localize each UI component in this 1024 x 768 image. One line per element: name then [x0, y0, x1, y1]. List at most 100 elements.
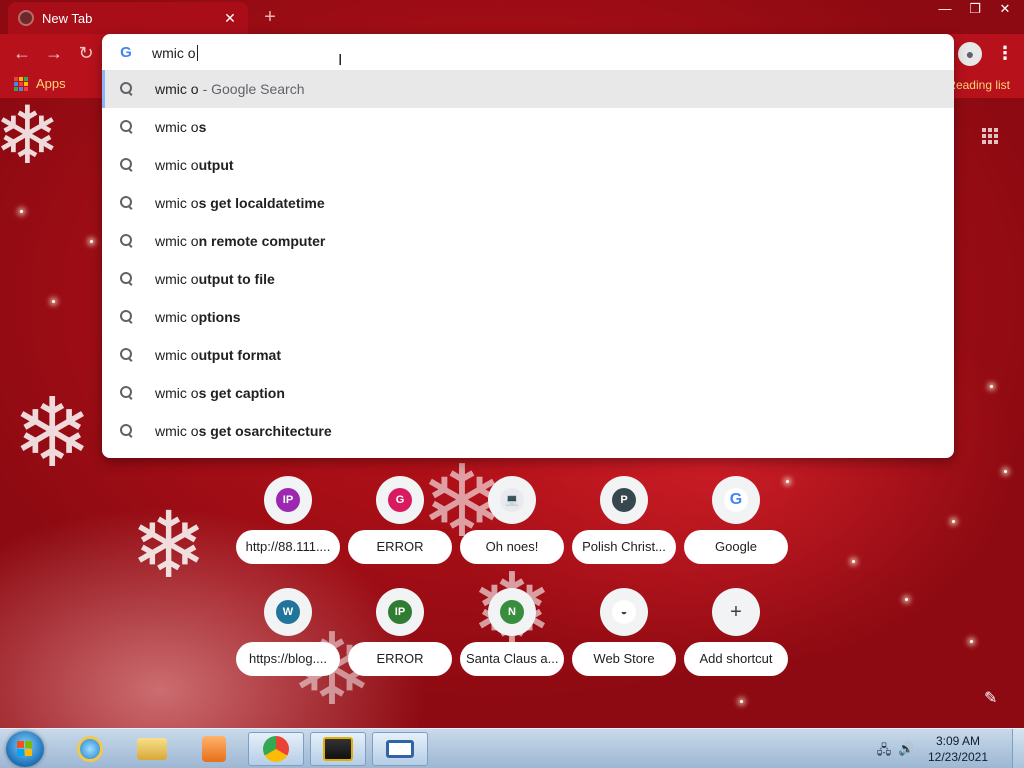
- suggestion-completion-text: s get osarchitecture: [198, 423, 332, 439]
- shortcut-tile[interactable]: N Santa Claus a...: [460, 586, 564, 682]
- shortcut-tile[interactable]: 💻 Oh noes!: [460, 474, 564, 570]
- shortcut-tile[interactable]: P Polish Christ...: [572, 474, 676, 570]
- shortcut-glyph-icon: P: [612, 488, 636, 512]
- suggestion-item[interactable]: wmic o- Google Search: [102, 70, 954, 108]
- shortcut-label: Polish Christ...: [572, 530, 676, 564]
- shortcut-glyph-icon: IP: [388, 600, 412, 624]
- apps-shortcut[interactable]: Apps: [14, 76, 66, 91]
- chrome-icon: [263, 736, 289, 762]
- shortcut-label: Oh noes!: [460, 530, 564, 564]
- shortcut-icon: G: [376, 476, 424, 524]
- taskbar-chrome[interactable]: [248, 732, 304, 766]
- tab-title: New Tab: [42, 10, 93, 26]
- shortcut-tile[interactable]: G Google: [684, 474, 788, 570]
- profile-avatar-icon[interactable]: ●: [958, 42, 982, 66]
- address-input[interactable]: wmic o: [152, 45, 196, 61]
- suggestion-item[interactable]: wmic o utput: [102, 146, 954, 184]
- shortcut-glyph-icon: +: [724, 600, 748, 624]
- windows-taskbar: 🖧 🔊 3:09 AM 12/23/2021: [0, 728, 1024, 768]
- network-icon[interactable]: 🖧: [876, 741, 892, 757]
- browser-menu-icon[interactable]: ⋮: [996, 42, 1014, 66]
- suggestion-list: wmic o- Google Search wmic o s wmic o utput w…: [102, 70, 954, 450]
- reading-list-button[interactable]: Reading list: [947, 78, 1010, 92]
- google-apps-icon[interactable]: [982, 128, 998, 144]
- back-button[interactable]: ←: [10, 42, 34, 66]
- shortcut-label: ERROR: [348, 642, 452, 676]
- show-desktop-button[interactable]: [1012, 729, 1024, 768]
- star-decoration: [852, 560, 855, 563]
- start-button[interactable]: [6, 731, 44, 767]
- volume-icon[interactable]: 🔊: [898, 741, 914, 757]
- tab-new-tab[interactable]: New Tab ✕: [8, 2, 248, 34]
- suggestion-item[interactable]: wmic os get osarchitecture: [102, 412, 954, 450]
- clock-date: 12/23/2021: [927, 750, 989, 764]
- shortcut-icon: P: [600, 476, 648, 524]
- clock-time: 3:09 AM: [935, 734, 981, 748]
- omnibox-dropdown: G wmic o I wmic o- Google Search wmic osw…: [102, 34, 954, 458]
- window-controls: — ❐ ✕: [930, 0, 1020, 20]
- media-player-icon: [202, 736, 226, 762]
- snowflake-decoration: ❄: [130, 492, 208, 599]
- close-tab-icon[interactable]: ✕: [222, 10, 238, 26]
- suggestion-item[interactable]: wmic on remote computer: [102, 222, 954, 260]
- shortcut-glyph-icon: IP: [276, 488, 300, 512]
- suggestion-item[interactable]: wmic os get caption: [102, 374, 954, 412]
- shortcut-icon: G: [712, 476, 760, 524]
- reload-button[interactable]: ↻: [74, 42, 98, 66]
- shortcut-tile[interactable]: Whttps://blog....: [236, 586, 340, 682]
- internet-explorer-icon: [77, 736, 103, 762]
- suggestion-typed-text: wmic o: [155, 423, 199, 439]
- maximize-button[interactable]: ❐: [960, 0, 990, 20]
- shortcut-tile[interactable]: ◒ Web Store: [572, 586, 676, 682]
- shortcut-icon: IP: [264, 476, 312, 524]
- minimize-button[interactable]: —: [930, 0, 960, 20]
- star-decoration: [52, 300, 55, 303]
- shortcut-tile[interactable]: IP http://88.111....: [236, 474, 340, 570]
- taskbar-internet-explorer[interactable]: [62, 732, 118, 766]
- suggestion-typed-text: wmic o: [155, 157, 199, 173]
- ibeam-cursor-icon: I: [338, 52, 343, 69]
- new-tab-button[interactable]: +: [258, 6, 282, 30]
- system-clock[interactable]: 3:09 AM 12/23/2021: [916, 733, 1000, 765]
- suggestion-typed-text: wmic o: [155, 385, 199, 401]
- taskbar-file-explorer[interactable]: [124, 732, 180, 766]
- suggestion-typed-text: wmic o: [155, 271, 199, 287]
- suggestion-item[interactable]: wmic o ptions: [102, 298, 954, 336]
- shortcut-glyph-icon: G: [724, 488, 748, 512]
- shortcut-glyph-icon: 💻: [500, 488, 524, 512]
- suggestion-item[interactable]: wmic o utput format: [102, 336, 954, 374]
- star-decoration: [905, 598, 908, 601]
- shortcut-tile[interactable]: G ERROR: [348, 474, 452, 570]
- star-decoration: [20, 210, 23, 213]
- folder-icon: [137, 738, 167, 760]
- system-tray: 🖧 🔊 3:09 AM 12/23/2021: [874, 729, 1024, 768]
- customize-pencil-icon[interactable]: ✎: [984, 688, 997, 708]
- taskbar-app-window[interactable]: [372, 732, 428, 766]
- taskbar-media-player[interactable]: [186, 732, 242, 766]
- suggestion-item[interactable]: wmic os: [102, 108, 954, 146]
- text-caret: [196, 45, 198, 61]
- shortcut-label: http://88.111....: [236, 530, 340, 564]
- shortcut-tile[interactable]: + Add shortcut: [684, 586, 788, 682]
- shortcut-icon: W: [264, 588, 312, 636]
- star-decoration: [740, 700, 743, 703]
- snowflake-decoration: ❄: [12, 377, 93, 489]
- shortcut-icon: +: [712, 588, 760, 636]
- shortcut-icon: N: [488, 588, 536, 636]
- suggestion-completion-text: utput format: [198, 347, 281, 363]
- shortcut-glyph-icon: N: [500, 600, 524, 624]
- shortcut-label: Santa Claus a...: [460, 642, 564, 676]
- suggestion-completion-text: ptions: [198, 309, 241, 325]
- taskbar-app-monitor[interactable]: [310, 732, 366, 766]
- suggestion-item[interactable]: wmic o utput to file: [102, 260, 954, 298]
- shortcut-icon: 💻: [488, 476, 536, 524]
- shortcut-tile[interactable]: IP ERROR: [348, 586, 452, 682]
- search-icon: [120, 120, 134, 134]
- suggestion-typed-text: wmic o: [155, 347, 199, 363]
- suggestion-item[interactable]: wmic os get localdatetime: [102, 184, 954, 222]
- address-bar[interactable]: G wmic o: [102, 34, 954, 72]
- forward-button[interactable]: →: [42, 42, 66, 66]
- close-window-button[interactable]: ✕: [990, 0, 1020, 20]
- suggestion-completion-text: utput to file: [198, 271, 275, 287]
- suggestion-completion-text: s get localdatetime: [198, 195, 325, 211]
